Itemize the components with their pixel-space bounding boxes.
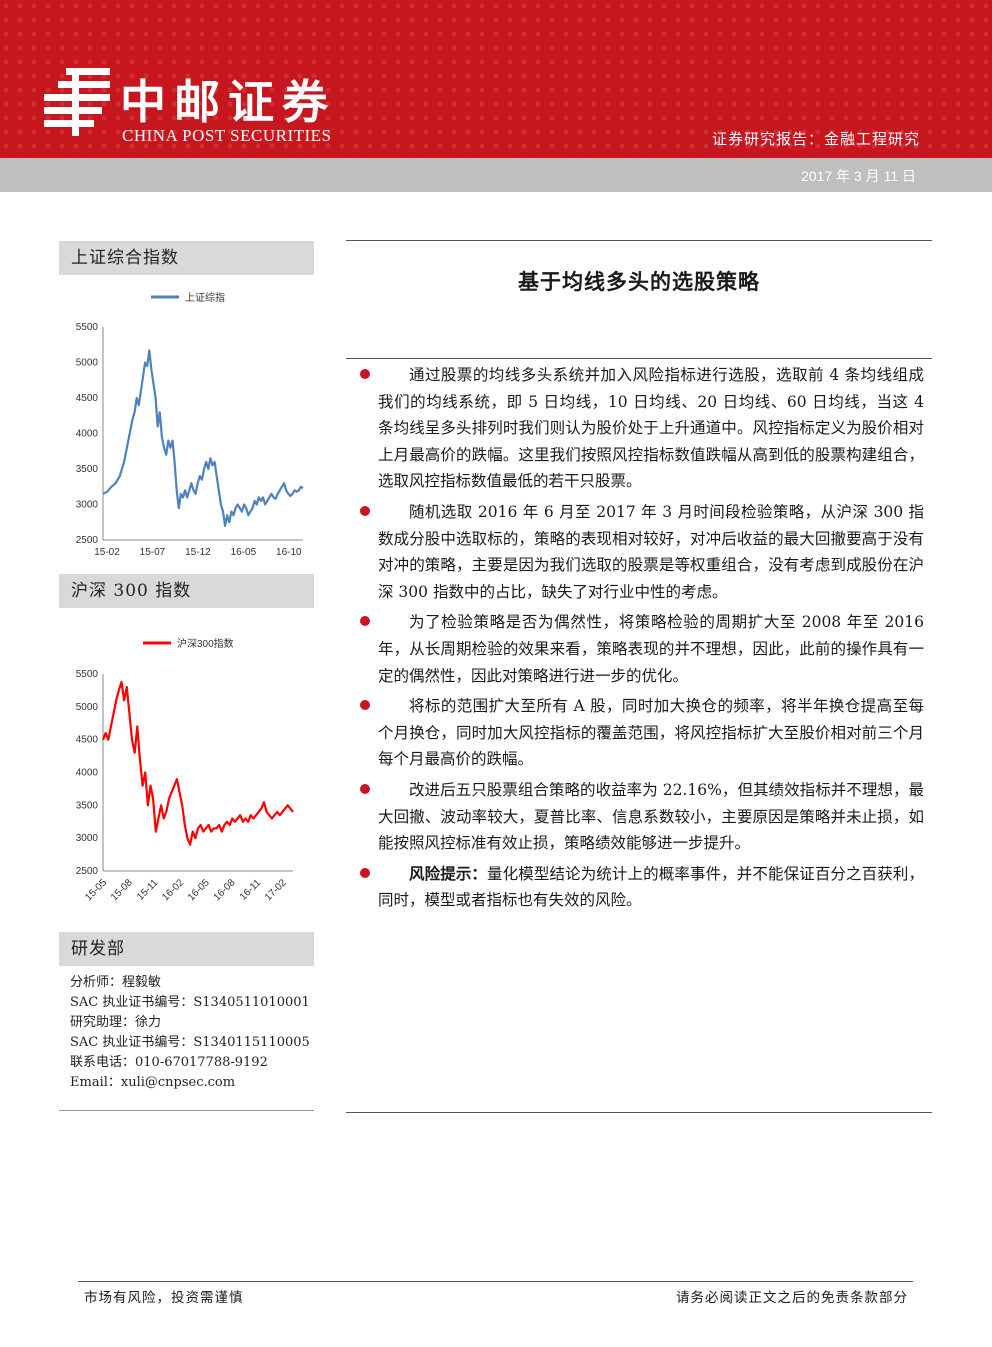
x-tick-label: 15-02 (94, 547, 120, 558)
y-tick-label: 2500 (76, 866, 99, 877)
sidebar-chart1-title: 上证综合指数 (59, 241, 314, 275)
body-bottom-rule (346, 1112, 932, 1113)
bullet-icon (360, 867, 370, 878)
analyst-line: 研究助理：徐力 (70, 1015, 162, 1030)
y-tick-label: 3000 (76, 833, 99, 844)
analyst-info: 分析师：程毅敏 SAC 执业证书编号：S1340511010001 研究助理：徐… (70, 973, 310, 1093)
sidebar-chart2-title: 沪深 300 指数 (59, 574, 314, 608)
logo-chinese-name: 中邮证券 (120, 75, 336, 129)
logo-english-name: CHINA POST SECURITIES (122, 126, 332, 145)
x-tick-label: 15-07 (140, 547, 166, 558)
x-tick-label: 15-11 (135, 877, 161, 903)
y-tick-label: 3000 (76, 500, 99, 511)
analyst-line: SAC 执业证书编号：S1340511010001 (70, 995, 310, 1010)
summary-paragraph: 通过股票的均线多头系统并加入风险指标进行选股，选取前 4 条均线组成我们的均线系… (360, 362, 924, 495)
x-tick-label: 15-05 (83, 877, 109, 903)
sidebar-dept-title: 研发部 (59, 932, 314, 966)
analyst-line[interactable]: Email：xuli@cnpsec.com (70, 1073, 310, 1093)
y-tick-label: 4000 (76, 768, 99, 779)
title-bottom-rule (346, 358, 932, 359)
bullet-icon (360, 616, 370, 627)
footer-disclaimer-note: 请务必阅读正文之后的免责条款部分 (676, 1290, 908, 1306)
risk-paragraph: 风险提示：量化模型结论为统计上的概率事件，并不能保证百分之百获利，同时，模型或者… (360, 861, 924, 914)
y-tick-label: 2500 (76, 535, 99, 546)
y-tick-label: 5500 (76, 322, 99, 333)
y-tick-label: 4500 (76, 735, 99, 746)
bullet-icon (360, 700, 370, 711)
y-tick-label: 4000 (76, 429, 99, 440)
y-tick-label: 5500 (76, 669, 99, 680)
risk-label: 风险提示： (409, 863, 488, 883)
report-date: 2017 年 3 月 11 日 (801, 168, 916, 184)
x-tick-label: 16-02 (160, 877, 186, 903)
x-tick-label: 15-12 (185, 547, 211, 558)
summary-paragraph: 为了检验策略是否为偶然性，将策略检验的周期扩大至 2008 年至 2016 年，… (360, 609, 924, 689)
y-tick-label: 3500 (76, 464, 99, 475)
report-type: 证券研究报告：金融工程研究 (711, 130, 920, 148)
x-tick-label: 16-10 (276, 547, 302, 558)
bullet-icon (360, 783, 370, 794)
china-post-logo-icon (44, 68, 110, 136)
bullet-icon (360, 505, 370, 516)
x-tick-label: 15-08 (109, 877, 135, 903)
legend-label: 沪深300指数 (177, 637, 234, 650)
report-title: 基于均线多头的选股策略 (518, 269, 760, 294)
date-bar: 2017 年 3 月 11 日 (0, 158, 992, 192)
summary-paragraph: 改进后五只股票组合策略的收益率为 22.16%，但其绩效指标并不理想，最大回撤、… (360, 777, 924, 857)
x-tick-label: 16-11 (238, 877, 264, 903)
x-tick-label: 16-05 (231, 547, 257, 558)
series-line (101, 680, 294, 846)
analyst-line: 分析师：程毅敏 (70, 975, 162, 990)
summary-paragraph: 将标的范围扩大至所有 A 股，同时加大换仓的频率，将半年换仓提高至每个月换仓，同… (360, 693, 924, 773)
y-tick-label: 3500 (76, 800, 99, 811)
analyst-line: 联系电话：010-67017788-9192 (70, 1055, 268, 1070)
csi300-chart: 沪深300指数 2500 3000 3500 4000 4500 5000 5500 15-05… (76, 637, 294, 903)
summary-body: 通过股票的均线多头系统并加入风险指标进行选股，选取前 4 条均线组成我们的均线系… (360, 362, 924, 918)
x-tick-label: 17-02 (263, 877, 289, 903)
x-tick-label: 16-08 (212, 877, 238, 903)
bullet-icon (360, 369, 370, 379)
title-top-rule (346, 240, 932, 241)
header-banner: 中邮证券 CHINA POST SECURITIES 证券研究报告：金融工程研究 (0, 0, 992, 158)
legend-label: 上证综指 (185, 291, 225, 304)
series-line (102, 349, 304, 527)
x-tick-label: 16-05 (186, 877, 212, 903)
sidebar-divider (59, 1110, 314, 1111)
y-tick-label: 4500 (76, 393, 99, 404)
y-tick-label: 5000 (76, 358, 99, 369)
footer-risk-note: 市场有风险，投资需谨慎 (84, 1290, 244, 1306)
y-tick-label: 5000 (76, 702, 99, 713)
footer-rule (78, 1281, 913, 1282)
summary-paragraph: 随机选取 2016 年 6 月至 2017 年 3 月时间段检验策略，从沪深 3… (360, 499, 924, 605)
shanghai-composite-chart: 上证综指 2500 3000 3500 4000 4500 5000 5500 15-02 15-… (76, 291, 304, 558)
analyst-line: SAC 执业证书编号：S1340115110005 (70, 1035, 310, 1050)
